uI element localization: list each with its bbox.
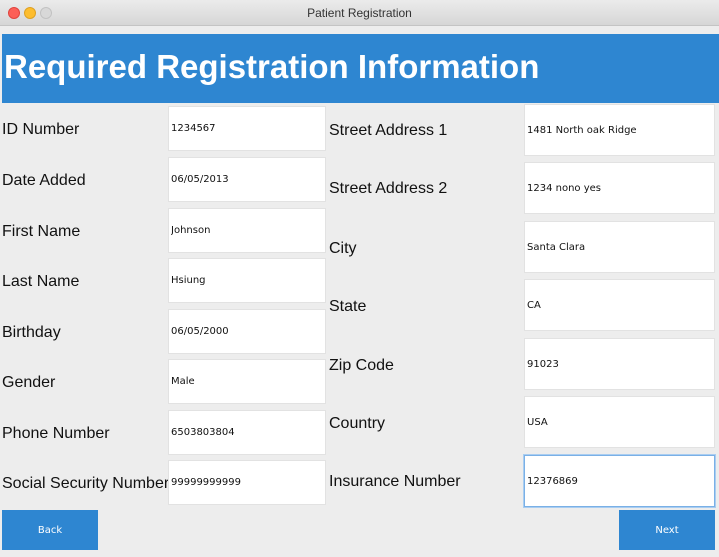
- title-bar: Patient Registration: [0, 0, 719, 26]
- state-field[interactable]: [524, 279, 715, 331]
- registration-window: Patient Registration Required Registrati…: [0, 0, 719, 557]
- last-name-label: Last Name: [2, 273, 80, 290]
- id-number-label: ID Number: [2, 121, 80, 138]
- street-address-2-label: Street Address 2: [329, 180, 448, 197]
- insurance-number-field[interactable]: [524, 455, 715, 507]
- birthday-field[interactable]: [168, 309, 326, 354]
- gender-label: Gender: [2, 374, 56, 391]
- date-added-label: Date Added: [2, 172, 86, 189]
- country-field[interactable]: [524, 396, 715, 448]
- page-title: Required Registration Information: [4, 48, 540, 85]
- insurance-number-label: Insurance Number: [329, 473, 461, 490]
- date-added-field[interactable]: [168, 157, 326, 202]
- social-security-number-label: Social Security Number: [2, 475, 170, 492]
- street-address-1-label: Street Address 1: [329, 122, 448, 139]
- back-button[interactable]: Back: [2, 510, 98, 550]
- zip-code-field[interactable]: [524, 338, 715, 390]
- state-label: State: [329, 298, 367, 315]
- gender-field[interactable]: [168, 359, 326, 404]
- phone-number-field[interactable]: [168, 410, 326, 455]
- id-number-field[interactable]: [168, 106, 326, 151]
- last-name-field[interactable]: [168, 258, 326, 303]
- country-label: Country: [329, 415, 386, 432]
- first-name-field[interactable]: [168, 208, 326, 253]
- first-name-label: First Name: [2, 223, 81, 240]
- street-address-1-field[interactable]: [524, 104, 715, 156]
- city-label: City: [329, 240, 357, 257]
- social-security-number-field[interactable]: [168, 460, 326, 505]
- window-title: Patient Registration: [307, 6, 412, 20]
- street-address-2-field[interactable]: [524, 162, 715, 214]
- city-field[interactable]: [524, 221, 715, 273]
- header-banner: Required Registration Information: [2, 34, 719, 103]
- zip-code-label: Zip Code: [329, 357, 394, 374]
- birthday-label: Birthday: [2, 324, 61, 341]
- next-button[interactable]: Next: [619, 510, 715, 550]
- phone-number-label: Phone Number: [2, 425, 110, 442]
